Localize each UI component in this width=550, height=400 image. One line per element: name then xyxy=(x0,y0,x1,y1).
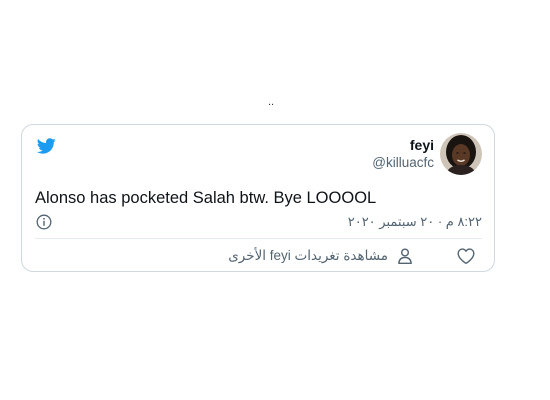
tweet-actions: مشاهدة تغريدات feyi الأخرى xyxy=(35,246,482,266)
author-handle[interactable]: @killuacfc xyxy=(372,154,434,172)
view-more-tweets-link[interactable]: مشاهدة تغريدات feyi الأخرى xyxy=(228,246,414,266)
twitter-bird-icon[interactable] xyxy=(36,136,56,156)
person-icon xyxy=(398,248,412,264)
info-icon[interactable] xyxy=(36,214,52,230)
author-names: feyi @killuacfc xyxy=(372,137,434,172)
embed-page: .. feyi @killuacfc Alonso has pocketed S… xyxy=(0,0,550,400)
tweet-text: Alonso has pocketed Salah btw. Bye LOOOO… xyxy=(35,189,377,207)
tweet-card[interactable]: feyi @killuacfc Alonso has pocketed Sala… xyxy=(21,124,495,272)
tweet-meta: ٨:٢٢ م · ٢٠ سبتمبر ٢٠٢٠ xyxy=(35,212,482,232)
author-block[interactable]: feyi @killuacfc xyxy=(372,133,482,175)
view-more-label: مشاهدة تغريدات feyi الأخرى xyxy=(228,248,388,263)
avatar[interactable] xyxy=(440,133,482,175)
tweet-timestamp[interactable]: ٨:٢٢ م · ٢٠ سبتمبر ٢٠٢٠ xyxy=(348,214,482,230)
divider xyxy=(35,238,482,239)
heart-icon[interactable] xyxy=(456,246,476,266)
top-marker: .. xyxy=(268,96,275,108)
author-display-name[interactable]: feyi xyxy=(410,137,434,154)
